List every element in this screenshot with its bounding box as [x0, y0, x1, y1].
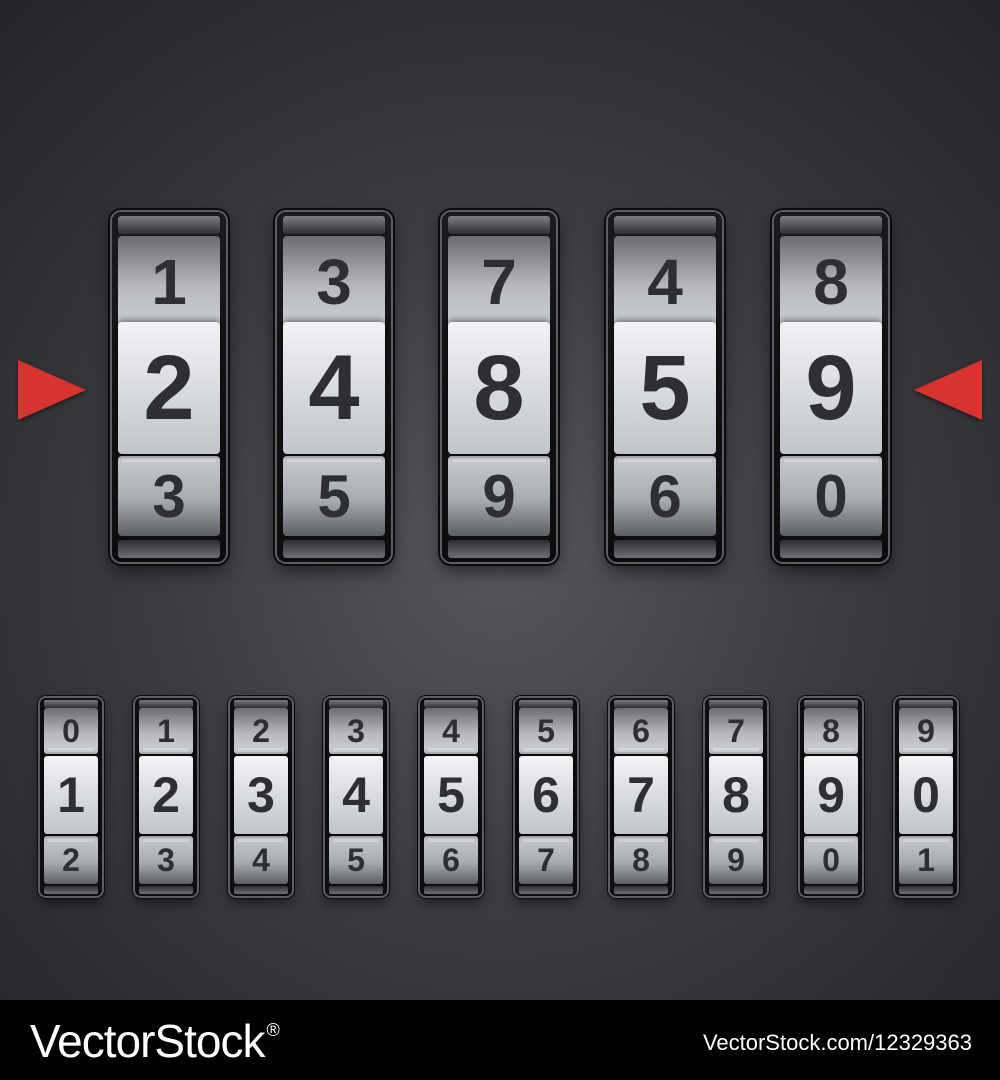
big-wheel-5[interactable]: 8 0 9 [774, 212, 888, 562]
wheel-rim [519, 886, 573, 894]
small-wheel-0[interactable]: 0 2 1 [40, 698, 102, 896]
wheel-digit-selected: 2 [139, 756, 193, 834]
wheel-digit-selected: 9 [780, 322, 882, 454]
wheel-digit-above: 8 [780, 236, 882, 328]
wheel-rim [283, 216, 385, 234]
small-wheel-1[interactable]: 1 3 2 [135, 698, 197, 896]
wheel-digit-selected: 8 [448, 322, 550, 454]
wheel-digit-selected: 4 [329, 756, 383, 834]
brand-name: VectorStock [30, 1015, 265, 1067]
wheel-digit-above: 2 [234, 708, 288, 754]
wheel-digit-above: 3 [329, 708, 383, 754]
wheel-digit-above: 4 [424, 708, 478, 754]
wheel-digit-below: 4 [234, 836, 288, 884]
right-pointer-arrow-icon [914, 360, 982, 420]
wheel-rim [709, 700, 763, 708]
wheel-digit-selected: 9 [804, 756, 858, 834]
small-wheel-7[interactable]: 7 9 8 [705, 698, 767, 896]
wheel-rim [234, 700, 288, 708]
wheel-digit-above: 1 [139, 708, 193, 754]
left-pointer-arrow-icon [18, 360, 86, 420]
wheel-digit-above: 7 [448, 236, 550, 328]
wheel-rim [614, 540, 716, 558]
wheel-rim [329, 886, 383, 894]
wheel-digit-above: 3 [283, 236, 385, 328]
small-wheel-3[interactable]: 3 5 4 [325, 698, 387, 896]
wheel-rim [899, 886, 953, 894]
wheel-digit-below: 5 [329, 836, 383, 884]
big-wheel-4[interactable]: 4 6 5 [608, 212, 722, 562]
image-id-link[interactable]: VectorStock.com/12329363 [703, 1030, 972, 1056]
wheel-digit-selected: 8 [709, 756, 763, 834]
wheel-rim [139, 700, 193, 708]
small-wheel-4[interactable]: 4 6 5 [420, 698, 482, 896]
wheel-digit-above: 0 [44, 708, 98, 754]
wheel-rim [139, 886, 193, 894]
wheel-digit-selected: 7 [614, 756, 668, 834]
wheel-rim [614, 886, 668, 894]
wheel-rim [614, 216, 716, 234]
big-wheel-2[interactable]: 3 5 4 [277, 212, 391, 562]
wheel-digit-selected: 5 [424, 756, 478, 834]
wheel-rim [899, 700, 953, 708]
wheel-digit-below: 6 [614, 456, 716, 536]
wheel-digit-selected: 3 [234, 756, 288, 834]
wheel-digit-below: 0 [780, 456, 882, 536]
small-wheel-5[interactable]: 5 7 6 [515, 698, 577, 896]
wheel-digit-selected: 2 [118, 322, 220, 454]
wheel-digit-below: 0 [804, 836, 858, 884]
wheel-digit-selected: 4 [283, 322, 385, 454]
wheel-digit-below: 9 [448, 456, 550, 536]
big-wheel-1[interactable]: 1 3 2 [112, 212, 226, 562]
wheel-digit-below: 3 [118, 456, 220, 536]
wheel-digit-above: 6 [614, 708, 668, 754]
wheel-rim [804, 886, 858, 894]
wheel-rim [44, 886, 98, 894]
wheel-digit-below: 1 [899, 836, 953, 884]
wheel-digit-above: 4 [614, 236, 716, 328]
wheel-digit-selected: 5 [614, 322, 716, 454]
wheel-digit-above: 7 [709, 708, 763, 754]
small-wheel-9[interactable]: 9 1 0 [895, 698, 957, 896]
footer-bar: VectorStock ® VectorStock.com/12329363 [0, 1000, 1000, 1080]
wheel-rim [329, 700, 383, 708]
small-wheel-8[interactable]: 8 0 9 [800, 698, 862, 896]
wheel-digit-below: 7 [519, 836, 573, 884]
wheel-rim [780, 540, 882, 558]
wheel-rim [709, 886, 763, 894]
big-wheel-3[interactable]: 7 9 8 [442, 212, 556, 562]
wheel-digit-selected: 6 [519, 756, 573, 834]
small-wheel-6[interactable]: 6 8 7 [610, 698, 672, 896]
wheel-digit-below: 2 [44, 836, 98, 884]
wheel-digit-above: 1 [118, 236, 220, 328]
small-wheel-2[interactable]: 2 4 3 [230, 698, 292, 896]
combination-lock-illustration: 1 3 2 3 5 4 7 9 8 4 6 5 8 0 9 0 2 1 1 3 … [0, 0, 1000, 1000]
wheel-digit-below: 9 [709, 836, 763, 884]
wheel-rim [118, 540, 220, 558]
wheel-rim [118, 216, 220, 234]
wheel-digit-below: 8 [614, 836, 668, 884]
wheel-rim [424, 700, 478, 708]
wheel-rim [448, 216, 550, 234]
wheel-digit-above: 9 [899, 708, 953, 754]
wheel-digit-selected: 0 [899, 756, 953, 834]
wheel-rim [424, 886, 478, 894]
wheel-rim [234, 886, 288, 894]
wheel-rim [614, 700, 668, 708]
wheel-rim [804, 700, 858, 708]
wheel-rim [44, 700, 98, 708]
registered-mark: ® [266, 1020, 279, 1040]
wheel-rim [780, 216, 882, 234]
wheel-digit-below: 6 [424, 836, 478, 884]
wheel-digit-above: 8 [804, 708, 858, 754]
wheel-digit-below: 3 [139, 836, 193, 884]
wheel-digit-below: 5 [283, 456, 385, 536]
wheel-rim [519, 700, 573, 708]
wheel-rim [448, 540, 550, 558]
wheel-rim [283, 540, 385, 558]
wheel-digit-selected: 1 [44, 756, 98, 834]
wheel-digit-above: 5 [519, 708, 573, 754]
brand-logo[interactable]: VectorStock ® [30, 1014, 280, 1068]
